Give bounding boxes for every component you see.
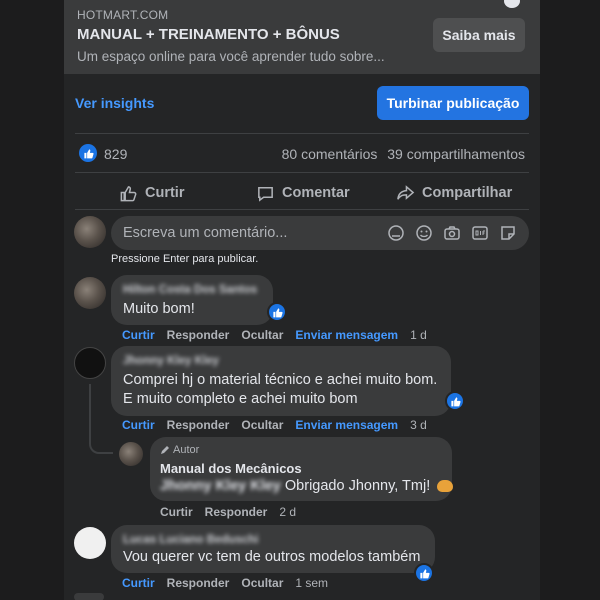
commenter-avatar[interactable] — [74, 347, 106, 379]
comment-text-line: Comprei hj o material técnico e achei mu… — [123, 372, 438, 388]
next-comment-peek — [74, 593, 104, 600]
comment-placeholder: Escreva um comentário... — [123, 225, 288, 241]
post-card: HOTMART.COM MANUAL + TREINAMENTO + BÔNUS… — [64, 0, 540, 600]
comment-reply-link[interactable]: Responder — [167, 576, 230, 590]
emoji-icon[interactable] — [415, 224, 433, 242]
gif-icon[interactable] — [471, 224, 489, 242]
reply-actions: Curtir Responder 2 d — [160, 505, 296, 519]
comment-time[interactable]: 1 d — [410, 328, 427, 342]
comment-bubble-icon — [258, 186, 273, 202]
share-label: Compartilhar — [422, 185, 513, 201]
reply-text: Jhonny Kley Kley Obrigado Jhonny, Tmj! — [160, 476, 454, 496]
reply-author-avatar[interactable] — [119, 442, 143, 466]
like-label: Curtir — [145, 185, 185, 201]
comment-like-icon[interactable] — [414, 563, 434, 583]
author-tag: Autor — [160, 444, 199, 456]
scroll-indicator — [504, 0, 520, 8]
comment-time[interactable]: 1 sem — [295, 576, 328, 590]
current-user-avatar[interactable] — [74, 216, 106, 248]
composer-tools — [387, 224, 517, 242]
link-title[interactable]: MANUAL + TREINAMENTO + BÔNUS — [77, 26, 340, 43]
comment-text-line: E muito completo e achei muito bom — [123, 391, 358, 407]
link-preview[interactable]: HOTMART.COM MANUAL + TREINAMENTO + BÔNUS… — [64, 0, 540, 74]
comment-reply-link[interactable]: Responder — [167, 328, 230, 342]
comment-author[interactable]: Jhonny Kley Kley — [123, 355, 219, 367]
comment-like-icon[interactable] — [267, 302, 287, 322]
comment-like-icon[interactable] — [445, 391, 465, 411]
reply-reply-link[interactable]: Responder — [205, 505, 268, 519]
comment-hide-link[interactable]: Ocultar — [241, 328, 283, 342]
comment-input[interactable]: Escreva um comentário... — [111, 216, 529, 250]
like-reaction-icon[interactable] — [79, 144, 97, 162]
comment-author[interactable]: Hilton Costa Dos Santos — [123, 284, 257, 296]
reaction-count[interactable]: 829 — [104, 146, 127, 162]
comment-like-link[interactable]: Curtir — [122, 328, 155, 342]
commenter-avatar[interactable] — [74, 277, 106, 309]
comment-button[interactable]: Comentar — [256, 183, 350, 203]
comment-bubble: Jhonny Kley Kley Comprei hj o material t… — [111, 346, 451, 416]
comment-bubble: Lucas Luciano Beduschi Vou querer vc tem… — [111, 525, 435, 573]
reply-author[interactable]: Manual dos Mecânicos — [160, 461, 302, 476]
learn-more-button[interactable]: Saiba mais — [433, 18, 525, 52]
thread-line — [89, 384, 91, 430]
comment-hide-link[interactable]: Ocultar — [241, 576, 283, 590]
commenter-avatar[interactable] — [74, 527, 106, 559]
comment-hide-link[interactable]: Ocultar — [241, 418, 283, 432]
comment-text: Muito bom! — [123, 301, 195, 317]
engagement-counts: 80 comentários 39 compartilhamentos — [282, 146, 525, 162]
view-insights-link[interactable]: Ver insights — [75, 95, 154, 111]
comment-time[interactable]: 3 d — [410, 418, 427, 432]
like-button[interactable]: Curtir — [119, 183, 184, 203]
comment-like-link[interactable]: Curtir — [122, 418, 155, 432]
comment-actions: Curtir Responder Ocultar Enviar mensagem… — [122, 328, 427, 342]
link-description: Um espaço online para você aprender tudo… — [77, 49, 385, 64]
divider — [75, 172, 529, 173]
comment-actions: Curtir Responder Ocultar 1 sem — [122, 576, 328, 590]
comment-message-link[interactable]: Enviar mensagem — [295, 328, 398, 342]
share-arrow-icon — [397, 184, 415, 200]
share-count[interactable]: 39 compartilhamentos — [387, 146, 525, 162]
reply-like-link[interactable]: Curtir — [160, 505, 193, 519]
comment-bubble: Hilton Costa Dos Santos Muito bom! — [111, 275, 273, 325]
handshake-emoji-icon — [437, 480, 454, 493]
reply-message: Obrigado Jhonny, Tmj! — [284, 478, 431, 494]
comment-message-link[interactable]: Enviar mensagem — [295, 418, 398, 432]
reply-bubble: Autor Manual dos Mecânicos Jhonny Kley K… — [150, 437, 454, 501]
comment-actions: Curtir Responder Ocultar Enviar mensagem… — [122, 418, 427, 432]
camera-icon[interactable] — [443, 224, 461, 242]
reply-mention[interactable]: Jhonny Kley Kley — [160, 478, 281, 494]
comment-text: Vou querer vc tem de outros modelos tamb… — [123, 549, 421, 565]
author-tag-label: Autor — [173, 444, 200, 456]
enter-hint: Pressione Enter para publicar. — [111, 253, 259, 265]
comment-label: Comentar — [282, 185, 350, 201]
sticker-icon[interactable] — [499, 224, 517, 242]
avatar-sticker-icon[interactable] — [387, 224, 405, 242]
boost-post-button[interactable]: Turbinar publicação — [377, 86, 529, 120]
link-domain: HOTMART.COM — [77, 8, 169, 22]
reply-time[interactable]: 2 d — [279, 505, 296, 519]
thread-connector — [89, 430, 113, 454]
share-button[interactable]: Compartilhar — [396, 183, 512, 203]
pencil-icon — [161, 446, 169, 454]
comment-author[interactable]: Lucas Luciano Beduschi — [123, 534, 258, 546]
thumbs-up-icon — [120, 185, 137, 201]
divider — [75, 133, 529, 134]
divider — [75, 209, 529, 210]
comment-count[interactable]: 80 comentários — [282, 146, 378, 162]
comment-like-link[interactable]: Curtir — [122, 576, 155, 590]
comment-reply-link[interactable]: Responder — [167, 418, 230, 432]
